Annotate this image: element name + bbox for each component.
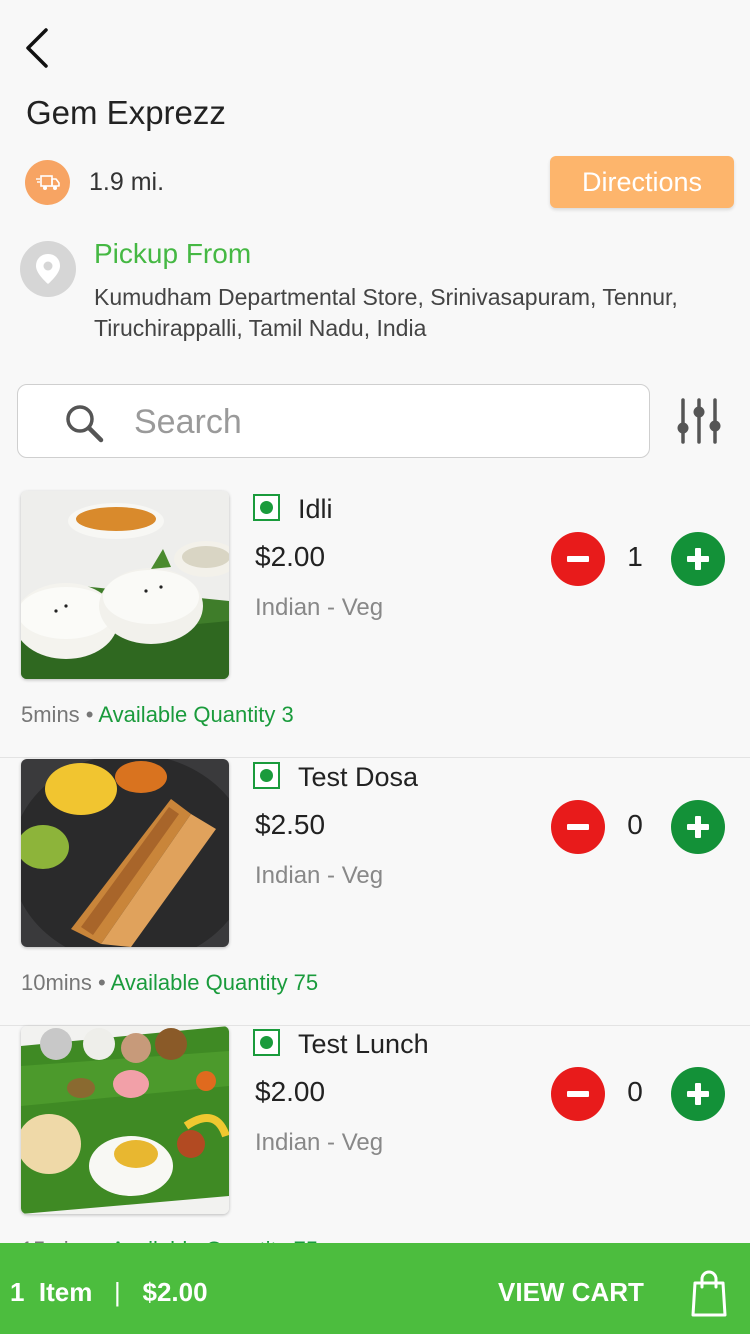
location-pin-icon [20, 241, 76, 297]
plus-icon [687, 1083, 709, 1105]
plus-icon [687, 816, 709, 838]
prep-time: 10mins [21, 970, 92, 995]
quantity-value: 1 [627, 541, 643, 572]
prep-time: 5mins [21, 702, 80, 727]
decrease-quantity-button[interactable] [551, 800, 605, 854]
cart-total: $2.00 [142, 1277, 208, 1307]
veg-indicator-icon [253, 494, 280, 521]
quantity-value: 0 [627, 809, 643, 840]
cart-divider: | [114, 1277, 121, 1307]
available-quantity: Available Quantity 75 [110, 970, 319, 995]
item-price: $2.50 [255, 809, 326, 840]
item-name: Test Lunch [298, 1029, 429, 1059]
item-name: Test Dosa [298, 762, 419, 792]
increase-quantity-button[interactable] [671, 1067, 725, 1121]
meta-separator: • [91, 970, 111, 995]
delivery-truck-icon [25, 160, 70, 205]
item-meta: 10mins • Available Quantity 75 [21, 970, 318, 996]
decrease-quantity-button[interactable] [551, 1067, 605, 1121]
directions-button[interactable]: Directions [550, 156, 734, 208]
divider [0, 757, 750, 758]
item-photo [21, 1026, 229, 1214]
item-price: $2.00 [255, 1076, 326, 1107]
item-category: Indian - Veg [255, 862, 384, 889]
increase-quantity-button[interactable] [671, 800, 725, 854]
available-quantity: Available Quantity 3 [98, 702, 294, 727]
veg-indicator-icon [253, 762, 280, 789]
increase-quantity-button[interactable] [671, 532, 725, 586]
quantity-value: 0 [627, 1076, 643, 1107]
filter-button[interactable] [674, 396, 724, 446]
filter-sliders-icon [677, 398, 721, 444]
cart-item-count: 1 Item [10, 1277, 93, 1307]
item-price: $2.00 [255, 541, 326, 572]
meta-separator: • [79, 702, 99, 727]
item-photo [21, 491, 229, 679]
page-title: Gem Exprezz [26, 94, 226, 131]
minus-icon [567, 1091, 589, 1097]
back-arrow-icon [26, 28, 48, 68]
shopping-bag-icon[interactable] [689, 1269, 729, 1319]
search-input[interactable] [134, 397, 614, 447]
veg-indicator-icon [253, 1029, 280, 1056]
view-cart-button[interactable]: VIEW CART [498, 1277, 644, 1308]
item-category: Indian - Veg [255, 1129, 384, 1156]
item-photo [21, 759, 229, 947]
pickup-label: Pickup From [94, 238, 252, 269]
minus-icon [567, 556, 589, 562]
decrease-quantity-button[interactable] [551, 532, 605, 586]
item-meta: 5mins • Available Quantity 3 [21, 702, 294, 728]
cart-bar[interactable]: 1 Item | $2.00 VIEW CART [0, 1243, 750, 1334]
search-icon [66, 405, 104, 443]
cart-summary: 1 Item | $2.00 [10, 1277, 208, 1308]
distance-text: 1.9 mi. [89, 168, 165, 196]
minus-icon [567, 824, 589, 830]
item-name: Idli [298, 494, 333, 524]
menu-item: Idli $2.00 Indian - Veg 1 5mins • Availa… [0, 491, 750, 758]
pickup-address: Kumudham Departmental Store, Srinivasapu… [94, 284, 678, 341]
search-box[interactable] [17, 384, 650, 458]
plus-icon [687, 548, 709, 570]
item-category: Indian - Veg [255, 594, 384, 621]
back-button[interactable] [22, 26, 58, 70]
menu-item: Test Dosa $2.50 Indian - Veg 0 10mins • … [0, 759, 750, 1026]
